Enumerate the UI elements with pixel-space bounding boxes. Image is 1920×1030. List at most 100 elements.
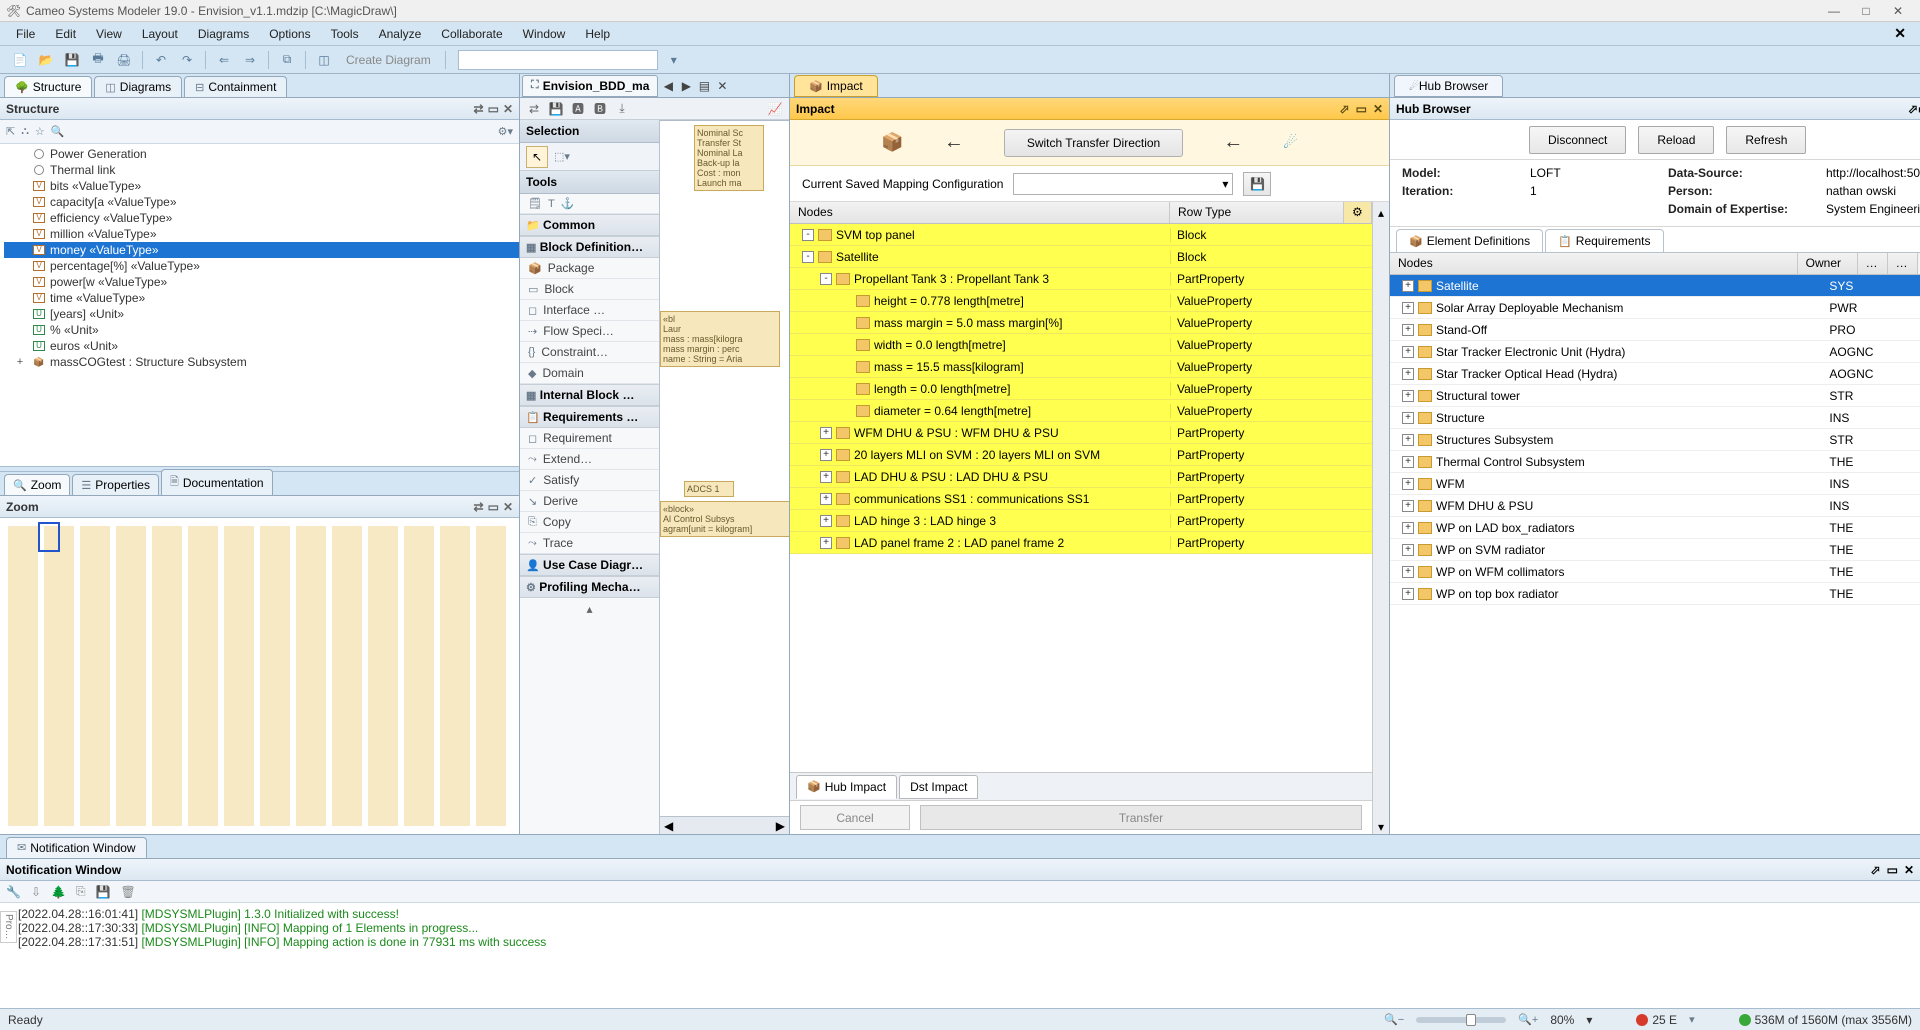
expander-icon[interactable]: + bbox=[820, 537, 832, 549]
marquee-icon[interactable]: ⬚▾ bbox=[554, 150, 570, 163]
expander-icon[interactable]: - bbox=[820, 273, 832, 285]
notif-pop-icon[interactable]: ⬀ bbox=[1871, 863, 1881, 877]
item-flowspec[interactable]: ⇢Flow Speci… bbox=[520, 321, 659, 342]
toolbar-dropdown[interactable] bbox=[458, 50, 658, 70]
item-interface[interactable]: ◻Interface … bbox=[520, 300, 659, 321]
panel-close-icon[interactable]: ✕ bbox=[503, 102, 513, 116]
impact-row[interactable]: +LAD hinge 3 : LAD hinge 3PartProperty bbox=[790, 510, 1372, 532]
hub-row[interactable]: +Structural towerSTR bbox=[1390, 385, 1920, 407]
item-requirement[interactable]: ◻Requirement bbox=[520, 428, 659, 449]
history-back-icon[interactable]: ⇐ bbox=[214, 50, 234, 70]
impact-row[interactable]: +WFM DHU & PSU : WFM DHU & PSUPartProper… bbox=[790, 422, 1372, 444]
tab-documentation[interactable]: 🗎Documentation bbox=[161, 469, 273, 495]
structure-item[interactable]: Vpercentage[%] «ValueType» bbox=[4, 258, 519, 274]
item-derive[interactable]: ↘Derive bbox=[520, 491, 659, 512]
expander-icon[interactable]: + bbox=[1402, 544, 1414, 556]
impact-row[interactable]: +20 layers MLI on SVM : 20 layers MLI on… bbox=[790, 444, 1372, 466]
mapping-save-button[interactable]: 💾 bbox=[1243, 172, 1271, 196]
search-icon[interactable]: 🔍 bbox=[51, 125, 65, 138]
new-icon[interactable]: 📄 bbox=[10, 50, 30, 70]
impact-vscroll[interactable]: ▴ ▾ bbox=[1373, 202, 1389, 834]
hub-row[interactable]: +Solar Array Deployable MechanismPWR bbox=[1390, 297, 1920, 319]
impact-row[interactable]: +LAD DHU & PSU : LAD DHU & PSUPartProper… bbox=[790, 466, 1372, 488]
impact-row[interactable]: +communications SS1 : communications SS1… bbox=[790, 488, 1372, 510]
structure-item[interactable]: Vbits «ValueType» bbox=[4, 178, 519, 194]
zoom-dropdown-icon[interactable]: ▾ bbox=[1586, 1013, 1592, 1027]
redo-icon[interactable]: ↷ bbox=[177, 50, 197, 70]
tab-structure[interactable]: 🌳Structure bbox=[4, 76, 92, 97]
expander-icon[interactable]: + bbox=[1402, 412, 1414, 424]
zoom-close-icon[interactable]: ✕ bbox=[503, 500, 513, 514]
filter-icon[interactable]: ⛬ bbox=[21, 125, 29, 138]
hub-row[interactable]: +Stand-OffPRO bbox=[1390, 319, 1920, 341]
col-rowtype[interactable]: Row Type bbox=[1170, 202, 1344, 223]
zoom-viewport-indicator[interactable] bbox=[38, 522, 60, 552]
zoom-arrows-icon[interactable]: ⇄ bbox=[474, 500, 484, 514]
impact-row[interactable]: -SatelliteBlock bbox=[790, 246, 1372, 268]
notif-tool-tree-icon[interactable]: 🌲 bbox=[51, 885, 66, 899]
block-def-group[interactable]: ▦ Block Definition… bbox=[520, 236, 659, 258]
maximize-button[interactable]: □ bbox=[1850, 4, 1882, 18]
subtab-element-definitions[interactable]: 📦Element Definitions bbox=[1396, 229, 1543, 252]
expander-icon[interactable]: - bbox=[802, 229, 814, 241]
hub-col-nodes[interactable]: Nodes bbox=[1390, 253, 1798, 274]
expander-icon[interactable]: + bbox=[1402, 456, 1414, 468]
close-button[interactable]: ✕ bbox=[1882, 4, 1914, 18]
hub-row[interactable]: +SatelliteSYS bbox=[1390, 275, 1920, 297]
expander-icon[interactable]: + bbox=[1402, 390, 1414, 402]
save-icon[interactable]: 💾 bbox=[62, 50, 82, 70]
expander-icon[interactable]: + bbox=[1402, 368, 1414, 380]
hub-col-4[interactable]: … bbox=[1888, 253, 1918, 274]
undo-icon[interactable]: ↶ bbox=[151, 50, 171, 70]
item-satisfy[interactable]: ✓Satisfy bbox=[520, 470, 659, 491]
expander-icon[interactable]: + bbox=[1402, 566, 1414, 578]
internal-block-group[interactable]: ▦ Internal Block … bbox=[520, 384, 659, 406]
impact-row[interactable]: width = 0.0 length[metre]ValueProperty bbox=[790, 334, 1372, 356]
zoom-slider[interactable] bbox=[1416, 1017, 1506, 1023]
print-icon[interactable]: 🖨 bbox=[114, 50, 134, 70]
impact-row[interactable]: mass margin = 5.0 mass margin[%]ValuePro… bbox=[790, 312, 1372, 334]
col-nodes[interactable]: Nodes bbox=[790, 202, 1170, 223]
hub-row[interactable]: +Star Tracker Optical Head (Hydra)AOGNC bbox=[1390, 363, 1920, 385]
impact-pop-icon[interactable]: ⬀ bbox=[1340, 102, 1350, 116]
scroll-up-icon[interactable]: ▴ bbox=[1378, 206, 1384, 220]
open-icon[interactable]: 📂 bbox=[36, 50, 56, 70]
reload-button[interactable]: Reload bbox=[1638, 126, 1714, 154]
structure-item[interactable]: Vmillion «ValueType» bbox=[4, 226, 519, 242]
util-link-icon[interactable]: ⇄ bbox=[526, 102, 542, 116]
menu-edit[interactable]: Edit bbox=[47, 25, 84, 43]
notif-close-icon[interactable]: ✕ bbox=[1904, 863, 1914, 877]
expander-icon[interactable]: + bbox=[820, 515, 832, 527]
btab-dst-impact[interactable]: Dst Impact bbox=[899, 775, 978, 799]
selection-tool-icon[interactable]: ↖ bbox=[526, 146, 548, 168]
hub-row[interactable]: +Structures SubsystemSTR bbox=[1390, 429, 1920, 451]
refresh-button[interactable]: Refresh bbox=[1726, 126, 1806, 154]
hub-row[interactable]: +WP on top box radiatorTHE bbox=[1390, 583, 1920, 605]
impact-row[interactable]: diameter = 0.64 length[metre]ValueProper… bbox=[790, 400, 1372, 422]
expander-icon[interactable]: + bbox=[1402, 500, 1414, 512]
transfer-button[interactable]: Transfer bbox=[920, 805, 1362, 830]
structure-item[interactable]: Vcapacity[a «ValueType» bbox=[4, 194, 519, 210]
expander-icon[interactable]: + bbox=[1402, 434, 1414, 446]
item-copy[interactable]: ⎘Copy bbox=[520, 512, 659, 533]
hub-pop-icon[interactable]: ⬀ bbox=[1908, 102, 1918, 116]
diagram-icon[interactable]: ◫ bbox=[314, 50, 334, 70]
notif-min-icon[interactable]: ▭ bbox=[1887, 863, 1898, 877]
menu-analyze[interactable]: Analyze bbox=[371, 25, 430, 43]
util-a-icon[interactable]: 🅰 bbox=[570, 100, 586, 117]
tab-next-icon[interactable]: ▶ bbox=[678, 79, 694, 93]
zoom-out-icon[interactable]: 🔍− bbox=[1384, 1013, 1404, 1026]
expander-icon[interactable]: + bbox=[1402, 588, 1414, 600]
error-dropdown-icon[interactable]: ▾ bbox=[1689, 1013, 1695, 1026]
expander-icon[interactable]: + bbox=[1402, 346, 1414, 358]
hub-rows[interactable]: +SatelliteSYS+Solar Array Deployable Mec… bbox=[1390, 275, 1920, 834]
tab-hub-browser[interactable]: ☄Hub Browser bbox=[1394, 75, 1503, 97]
btab-hub-impact[interactable]: 📦Hub Impact bbox=[796, 775, 897, 799]
tab-list-icon[interactable]: ▤ bbox=[696, 79, 712, 93]
expander-icon[interactable]: + bbox=[1402, 478, 1414, 490]
expander-icon[interactable]: + bbox=[820, 449, 832, 461]
panel-dock-icon[interactable]: ▭ bbox=[488, 102, 499, 116]
structure-item[interactable]: Vtime «ValueType» bbox=[4, 290, 519, 306]
hub-col-3[interactable]: … bbox=[1858, 253, 1888, 274]
perspective-icon[interactable]: ⧉ bbox=[277, 50, 297, 70]
